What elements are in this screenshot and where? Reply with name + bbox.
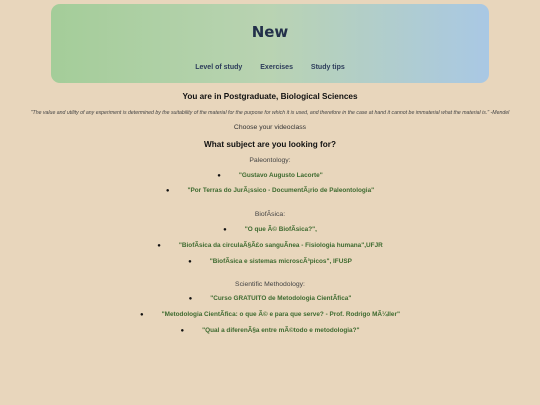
- site-title[interactable]: New: [51, 23, 489, 41]
- mendel-quote: "The value and utility of any experiment…: [30, 110, 510, 116]
- video-link[interactable]: "Metodologia CientÃ­fica: o que Ã© e par…: [162, 311, 400, 318]
- video-link[interactable]: "Gustavo Augusto Lacorte": [239, 172, 323, 179]
- video-link[interactable]: "Curso GRATUITO de Metodologia CientÃ­fi…: [210, 295, 351, 302]
- video-item: ● "Gustavo Augusto Lacorte": [0, 172, 540, 179]
- nav-level-of-study[interactable]: Level of study: [195, 64, 242, 71]
- bullet-icon: ●: [188, 296, 193, 302]
- category-scientific-methodology: Scientific Methodology:: [235, 281, 305, 288]
- video-item: ● "BiofÃ­sica e sistemas microscÃ³picos",…: [0, 258, 540, 265]
- bullet-icon: ●: [188, 259, 192, 265]
- video-item: ● "BiofÃ­sica da circulaÃ§Ã£o sanguÃ­nea …: [0, 242, 540, 249]
- video-item: ● "Curso GRATUITO de Metodologia CientÃ­f…: [0, 295, 540, 302]
- video-item: ● "Por Terras do JurÃ¡ssico - DocumentÃ¡r…: [0, 187, 540, 194]
- main-nav: Level of study Exercises Study tips: [51, 64, 489, 71]
- bullet-icon: ●: [139, 312, 144, 318]
- video-link[interactable]: "Qual a diferenÃ§a entre mÃ©todo e metod…: [202, 327, 359, 334]
- bullet-icon: ●: [217, 173, 221, 179]
- video-link[interactable]: "BiofÃ­sica da circulaÃ§Ã£o sanguÃ­nea -…: [179, 242, 383, 249]
- category-paleontology: Paleontology:: [249, 157, 291, 164]
- video-link[interactable]: "O que Ã© BiofÃ­sica?",: [245, 226, 317, 233]
- subject-question: What subject are you looking for?: [204, 140, 336, 149]
- category-biofisica: BiofÃ­sica:: [254, 211, 286, 218]
- video-link[interactable]: "BiofÃ­sica e sistemas microscÃ³picos", …: [210, 258, 352, 265]
- video-item: ● "Qual a diferenÃ§a entre mÃ©todo e meto…: [0, 327, 540, 334]
- bullet-icon: ●: [223, 227, 227, 233]
- choose-videoclass-label: Choose your videoclass: [233, 124, 307, 131]
- nav-study-tips[interactable]: Study tips: [311, 64, 345, 71]
- current-location: You are in Postgraduate, Biological Scie…: [182, 92, 358, 101]
- video-item: ● "O que Ã© BiofÃ­sica?",: [0, 226, 540, 233]
- bullet-icon: ●: [157, 243, 161, 249]
- nav-exercises[interactable]: Exercises: [260, 64, 293, 71]
- header-banner: New Level of study Exercises Study tips: [51, 4, 489, 83]
- video-item: ● "Metodologia CientÃ­fica: o que Ã© e pa…: [0, 311, 540, 318]
- page: New Level of study Exercises Study tips …: [0, 0, 540, 405]
- bullet-icon: ●: [165, 188, 170, 194]
- video-link[interactable]: "Por Terras do JurÃ¡ssico - DocumentÃ¡ri…: [187, 187, 374, 194]
- bullet-icon: ●: [180, 328, 185, 334]
